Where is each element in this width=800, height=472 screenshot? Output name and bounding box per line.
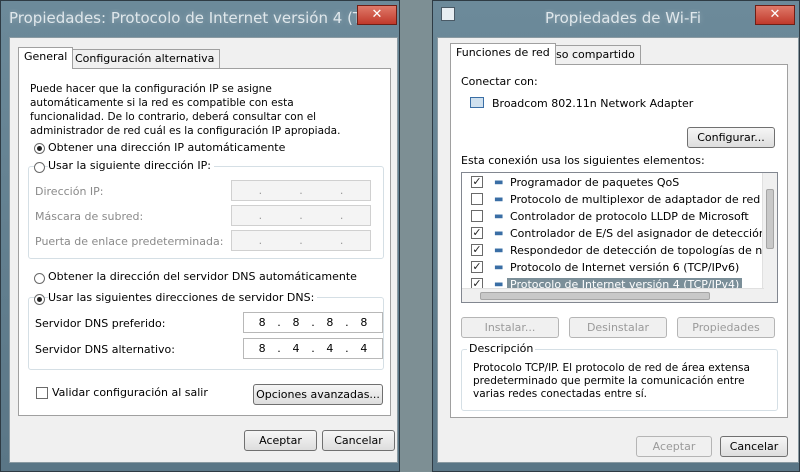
network-component-icon: ▬ — [494, 211, 504, 222]
ok-button[interactable]: Aceptar — [636, 436, 712, 457]
general-panel: Puede hacer que la configuración IP se a… — [18, 68, 391, 416]
window-title: Propiedades de Wi-Fi — [545, 9, 702, 27]
dns-manual-group — [28, 297, 384, 370]
preferred-dns-label: Servidor DNS preferido: — [35, 317, 166, 330]
advanced-options-button[interactable]: Opciones avanzadas... — [253, 384, 383, 405]
ip-auto-radio[interactable] — [34, 143, 45, 154]
dialog-body: Funciones de red Uso compartido Conectar… — [437, 37, 799, 463]
item-checkbox[interactable]: ✓ — [471, 176, 483, 188]
alternate-dns-field[interactable]: 8.4.4.4 — [243, 338, 383, 359]
list-item[interactable]: ✓ ▬ Respondedor de detección de topologí… — [462, 242, 777, 259]
item-checkbox[interactable] — [471, 193, 483, 205]
ip-address-field: ... — [231, 180, 371, 201]
item-checkbox[interactable]: ✓ — [471, 244, 483, 256]
description-heading: Descripción — [467, 342, 536, 355]
network-panel: Conectar con: Broadcom 802.11n Network A… — [450, 64, 788, 418]
network-adapter-icon — [470, 97, 484, 108]
ip-manual-label[interactable]: Usar la siguiente dirección IP: — [48, 159, 214, 172]
install-button[interactable]: Instalar... — [461, 317, 559, 338]
wifi-properties-window: Propiedades de Wi-Fi ✕ Funciones de red … — [432, 0, 800, 472]
dns-auto-label[interactable]: Obtener la dirección del servidor DNS au… — [48, 270, 357, 283]
item-checkbox[interactable]: ✓ — [471, 261, 483, 273]
list-item[interactable]: ✓ ▬ Programador de paquetes QoS — [462, 174, 767, 191]
tab-general[interactable]: General — [18, 47, 74, 69]
elements-label: Esta conexión usa los siguientes element… — [461, 154, 705, 167]
validate-checkbox[interactable] — [36, 387, 48, 399]
dns-manual-radio[interactable] — [34, 294, 45, 305]
list-item[interactable]: ▬ Protocolo de multiplexor de adaptador … — [462, 191, 777, 208]
horizontal-scrollbar[interactable] — [462, 288, 764, 302]
tab-sharing[interactable]: Uso compartido — [542, 45, 641, 65]
close-button[interactable]: ✕ — [755, 5, 795, 25]
intro-text: Puede hacer que la configuración IP se a… — [30, 83, 341, 137]
dns-auto-radio[interactable] — [34, 273, 45, 284]
cancel-button[interactable]: Cancelar — [322, 430, 395, 451]
wifi-icon — [441, 7, 455, 21]
alternate-dns-label: Servidor DNS alternativo: — [35, 343, 175, 356]
uninstall-button[interactable]: Desinstalar — [569, 317, 667, 338]
network-component-icon: ▬ — [494, 228, 504, 239]
adapter-name: Broadcom 802.11n Network Adapter — [492, 97, 694, 110]
ip-manual-radio[interactable] — [34, 162, 45, 173]
tab-network[interactable]: Funciones de red — [450, 43, 556, 65]
properties-button[interactable]: Propiedades — [677, 317, 775, 338]
tab-alternate-config[interactable]: Configuración alternativa — [69, 49, 221, 69]
scrollbar-thumb[interactable] — [480, 292, 710, 300]
vertical-scrollbar[interactable] — [762, 173, 777, 302]
ipv4-properties-window: Propiedades: Protocolo de Internet versi… — [0, 0, 400, 472]
ip-address-label: Dirección IP: — [35, 185, 104, 198]
scrollbar-thumb[interactable] — [766, 189, 774, 249]
close-icon: ✕ — [371, 7, 383, 22]
subnet-mask-field: ... — [231, 205, 371, 226]
connect-with-label: Conectar con: — [461, 75, 538, 88]
subnet-mask-label: Máscara de subred: — [35, 210, 144, 223]
dns-manual-label[interactable]: Usar las siguientes direcciones de servi… — [48, 291, 318, 304]
network-component-icon: ▬ — [494, 194, 504, 205]
default-gateway-field: ... — [231, 230, 371, 251]
ok-button[interactable]: Aceptar — [244, 430, 317, 451]
network-component-icon: ▬ — [494, 262, 504, 273]
ip-auto-label[interactable]: Obtener una dirección IP automáticamente — [48, 141, 285, 154]
description-text: Protocolo TCP/IP. El protocolo de red de… — [473, 362, 750, 400]
validate-label[interactable]: Validar configuración al salir — [52, 386, 208, 399]
configure-button[interactable]: Configurar... — [687, 127, 775, 148]
network-component-icon: ▬ — [494, 245, 504, 256]
list-item[interactable]: ▬ Controlador de protocolo LLDP de Micro… — [462, 208, 767, 225]
close-icon: ✕ — [769, 7, 781, 22]
desktop-background — [400, 0, 432, 472]
item-checkbox[interactable]: ✓ — [471, 227, 483, 239]
dialog-body: General Configuración alternativa Puede … — [9, 37, 398, 463]
close-button[interactable]: ✕ — [357, 5, 397, 25]
default-gateway-label: Puerta de enlace predeterminada: — [35, 235, 224, 248]
cancel-button[interactable]: Cancelar — [720, 436, 788, 457]
network-component-icon: ▬ — [494, 177, 504, 188]
window-title: Propiedades: Protocolo de Internet versi… — [9, 9, 364, 27]
components-list[interactable]: ✓ ▬ Programador de paquetes QoS ▬ Protoc… — [461, 172, 778, 303]
list-item[interactable]: ✓ ▬ Protocolo de Internet versión 6 (TCP… — [462, 259, 767, 276]
preferred-dns-field[interactable]: 8.8.8.8 — [243, 312, 383, 333]
list-item[interactable]: ✓ ▬ Controlador de E/S del asignador de … — [462, 225, 777, 242]
item-checkbox[interactable] — [471, 210, 483, 222]
